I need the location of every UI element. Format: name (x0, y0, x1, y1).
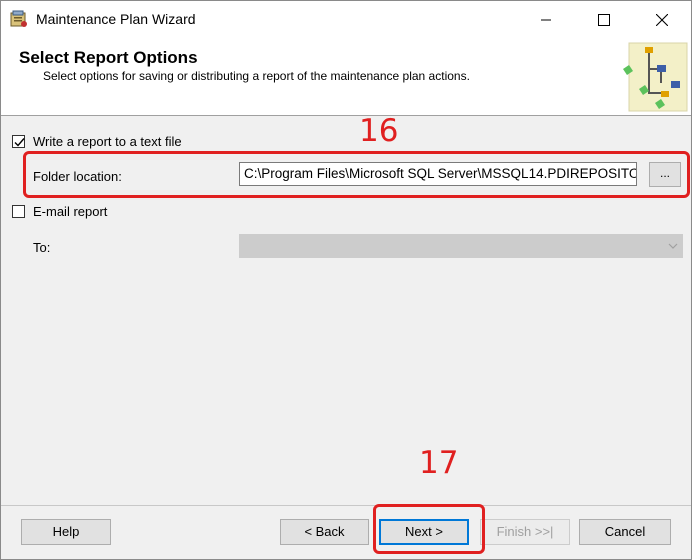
write-report-label: Write a report to a text file (33, 134, 182, 149)
close-icon (656, 14, 668, 26)
cancel-button[interactable]: Cancel (579, 519, 671, 545)
minimize-icon (541, 19, 551, 21)
footer-divider (1, 505, 691, 506)
back-button[interactable]: < Back (280, 519, 369, 545)
step-16-annotation: 16 (359, 113, 399, 149)
email-report-label: E-mail report (33, 204, 108, 219)
highlight-folder-location (23, 151, 690, 198)
checkmark-icon (14, 138, 25, 147)
page-subtitle: Select options for saving or distributin… (43, 69, 470, 83)
maximize-icon (598, 14, 610, 26)
page-title: Select Report Options (19, 48, 198, 67)
write-report-checkbox-row[interactable]: Write a report to a text file (12, 134, 182, 149)
finish-button[interactable]: Finish >>| (480, 519, 570, 545)
maximize-button[interactable] (581, 1, 627, 39)
wizard-illustration-icon (623, 42, 688, 112)
to-label: To: (33, 240, 51, 255)
write-report-checkbox[interactable] (12, 135, 25, 148)
email-report-checkbox[interactable] (12, 205, 25, 218)
chevron-down-icon (668, 243, 678, 249)
wizard-app-icon (10, 10, 28, 28)
highlight-next-button (373, 504, 485, 554)
wizard-window: Maintenance Plan Wizard Select Report Op… (0, 0, 692, 560)
title-bar: Maintenance Plan Wizard (1, 1, 691, 39)
help-button[interactable]: Help (21, 519, 111, 545)
minimize-button[interactable] (523, 1, 569, 39)
step-17-annotation: 17 (419, 445, 459, 481)
window-title: Maintenance Plan Wizard (36, 11, 196, 27)
to-operator-select[interactable] (239, 234, 683, 258)
close-button[interactable] (639, 1, 685, 39)
wizard-header: Select Report Options Select options for… (1, 39, 691, 116)
email-report-checkbox-row[interactable]: E-mail report (12, 204, 107, 219)
